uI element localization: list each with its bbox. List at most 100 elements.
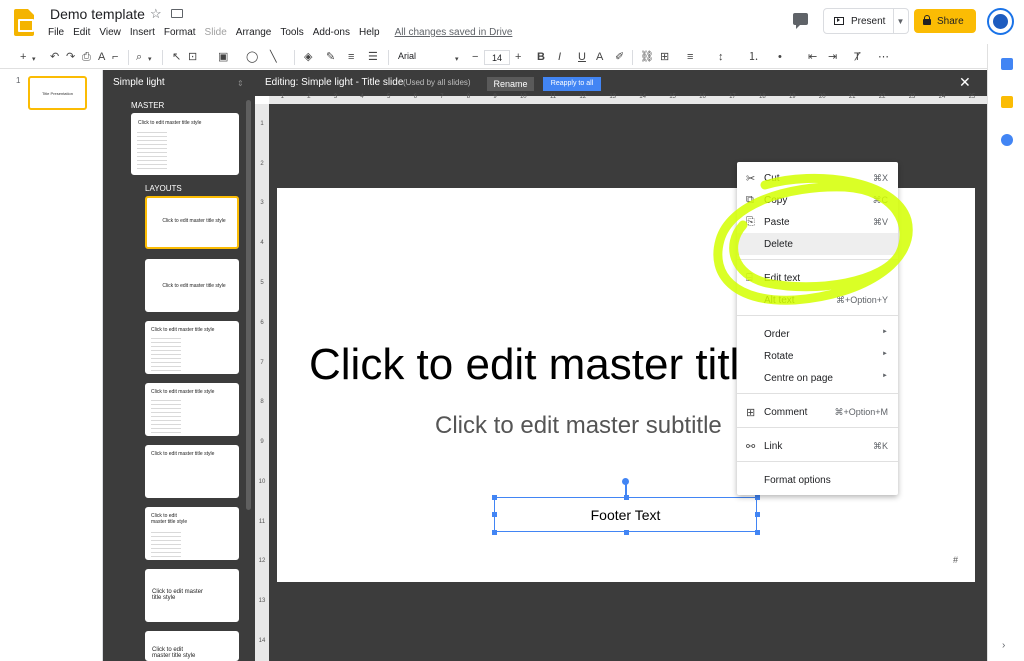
insert-comment-icon[interactable]: ⊞ [660, 50, 669, 64]
menu-arrange[interactable]: Arrange [236, 27, 272, 38]
menu-item-alt-text[interactable]: Alt text ⌘+Option+Y [737, 289, 898, 311]
star-icon[interactable]: ☆ [150, 6, 162, 22]
resize-handle-right[interactable] [755, 512, 760, 517]
text-box-icon[interactable]: ⊡ [188, 50, 197, 64]
document-title[interactable]: Demo template [50, 6, 145, 22]
line-icon[interactable]: ╲ [270, 50, 277, 64]
text-color-icon[interactable]: A [596, 50, 603, 64]
reapply-to-all-button[interactable]: Reapply to all [543, 77, 601, 91]
layout-thumbnail-title-only[interactable]: Click to edit master title style [145, 445, 239, 498]
menu-help[interactable]: Help [359, 27, 380, 38]
border-color-icon[interactable]: ✎ [326, 50, 335, 64]
menu-item-comment[interactable]: ⊞ Comment ⌘+Option+M [737, 401, 898, 423]
italic-icon[interactable]: I [558, 50, 561, 64]
layout-thumbnail-title-slide[interactable]: Click to edit master title style [145, 196, 239, 249]
menu-tools[interactable]: Tools [280, 27, 303, 38]
redo-icon[interactable]: ↷ [66, 50, 75, 64]
menu-insert[interactable]: Insert [130, 27, 155, 38]
menu-item-order[interactable]: Order ► [737, 323, 898, 345]
menu-item-edit-text[interactable]: ⌸ Edit text [737, 267, 898, 289]
resize-handle-bottom-left[interactable] [492, 530, 497, 535]
bulleted-list-icon[interactable]: • [778, 50, 782, 64]
layout-thumbnail-two-columns[interactable]: Click to edit master title style [145, 383, 239, 436]
underline-icon[interactable]: U [578, 50, 586, 64]
folder-icon[interactable] [171, 9, 183, 18]
fill-color-icon[interactable]: ◈ [304, 50, 312, 64]
line-spacing-icon[interactable]: ↕ [718, 50, 724, 64]
insert-link-icon[interactable]: ⛓ [640, 50, 654, 64]
highlight-color-icon[interactable]: ✐ [615, 50, 624, 64]
master-panel-scrollbar[interactable] [246, 100, 251, 510]
decrease-font-size-icon[interactable]: − [472, 50, 478, 64]
menu-item-format-options[interactable]: Format options [737, 469, 898, 491]
account-avatar[interactable] [987, 8, 1014, 35]
menu-item-link[interactable]: ⚯ Link ⌘K [737, 435, 898, 457]
menu-item-cut[interactable]: ✂ Cut ⌘X [737, 167, 898, 189]
font-size-input[interactable]: 14 [484, 50, 510, 65]
align-icon[interactable]: ≡ [687, 50, 693, 64]
present-button[interactable]: Present [823, 8, 894, 34]
resize-handle-left[interactable] [492, 512, 497, 517]
tasks-icon[interactable] [1001, 134, 1013, 146]
theme-name[interactable]: Simple light [113, 77, 165, 88]
increase-indent-icon[interactable]: ⇥ [828, 50, 837, 64]
comment-history-icon[interactable] [793, 13, 808, 29]
new-slide-icon[interactable]: + [20, 50, 26, 64]
rotate-handle[interactable] [622, 478, 629, 485]
menu-edit[interactable]: Edit [73, 27, 90, 38]
menu-addons[interactable]: Add-ons [313, 27, 350, 38]
undo-icon[interactable]: ↶ [50, 50, 59, 64]
border-weight-icon[interactable]: ≡ [348, 50, 354, 64]
select-icon[interactable]: ↖ [172, 50, 181, 64]
more-options-icon[interactable]: ⋯ [878, 50, 889, 64]
keep-icon[interactable] [1001, 96, 1013, 108]
footer-placeholder[interactable]: Footer Text [494, 497, 757, 532]
menu-item-centre-on-page[interactable]: Centre on page ► [737, 367, 898, 389]
close-icon[interactable]: ✕ [959, 74, 971, 91]
layout-thumbnail-section-header[interactable]: Click to edit master title style [145, 259, 239, 312]
increase-font-size-icon[interactable]: + [515, 50, 521, 64]
slide-subtitle-placeholder[interactable]: Click to edit master subtitle [435, 412, 722, 440]
menu-slide[interactable]: Slide [205, 27, 227, 38]
slide-thumbnail[interactable]: Title Presentation [28, 76, 87, 110]
menu-format[interactable]: Format [164, 27, 196, 38]
bold-icon[interactable]: B [537, 50, 545, 64]
resize-handle-top-right[interactable] [755, 495, 760, 500]
zoom-icon[interactable]: ⌕ [136, 50, 142, 64]
chevron-right-icon[interactable]: › [1002, 640, 1005, 651]
menu-item-delete[interactable]: Delete [737, 233, 898, 255]
layout-thumbnail-title-body[interactable]: Click to edit master title style [145, 321, 239, 374]
paint-format-icon[interactable]: ⌐ [112, 50, 118, 64]
new-slide-dropdown-icon[interactable]: ▾ [32, 53, 36, 67]
layout-thumbnail-section-description[interactable]: Click to edit master title style [145, 631, 239, 661]
present-dropdown-icon[interactable]: ▼ [893, 8, 909, 34]
numbered-list-icon[interactable]: ⒈ [748, 50, 759, 64]
resize-handle-top-left[interactable] [492, 495, 497, 500]
calendar-icon[interactable] [1001, 58, 1013, 70]
drag-handle-icon[interactable]: ⇕ [237, 79, 244, 88]
image-icon[interactable]: ▣ [218, 50, 228, 64]
resize-handle-bottom[interactable] [624, 530, 629, 535]
master-thumbnail[interactable]: Click to edit master title style [131, 113, 239, 175]
resize-handle-top[interactable] [624, 495, 629, 500]
slides-logo-icon[interactable] [14, 9, 34, 36]
font-family-select[interactable]: Arial [398, 51, 458, 61]
decrease-indent-icon[interactable]: ⇤ [808, 50, 817, 64]
menu-view[interactable]: View [99, 27, 121, 38]
rename-button[interactable]: Rename [487, 77, 534, 91]
shape-icon[interactable]: ◯ [246, 50, 258, 64]
slide-number-placeholder[interactable]: # [953, 555, 958, 565]
clear-formatting-icon[interactable]: Ⱦ [854, 50, 861, 64]
menu-item-rotate[interactable]: Rotate ► [737, 345, 898, 367]
layout-thumbnail-one-column[interactable]: Click to edit master title style [145, 507, 239, 560]
font-dropdown-icon[interactable]: ▾ [455, 53, 459, 67]
border-dash-icon[interactable]: ☰ [368, 50, 378, 64]
layout-thumbnail-main-point[interactable]: Click to edit master title style [145, 569, 239, 622]
zoom-dropdown-icon[interactable]: ▾ [148, 53, 152, 67]
spellcheck-icon[interactable]: A [98, 50, 105, 64]
resize-handle-bottom-right[interactable] [755, 530, 760, 535]
menu-item-copy[interactable]: ⧉ Copy ⌘C [737, 189, 898, 211]
menu-item-paste[interactable]: ⎘ Paste ⌘V [737, 211, 898, 233]
menu-file[interactable]: File [48, 27, 64, 38]
share-button[interactable]: Share [914, 9, 976, 33]
